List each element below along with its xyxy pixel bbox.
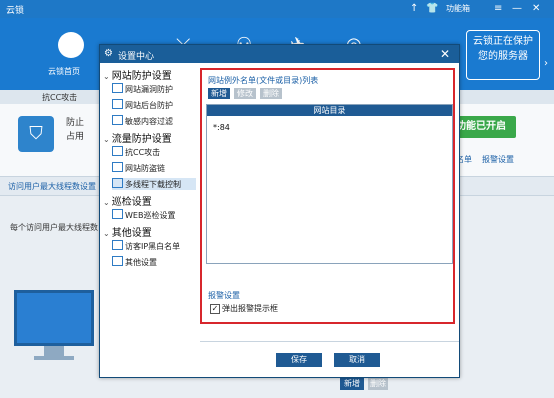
home-label[interactable]: 云锁首页 (48, 66, 80, 77)
app-titlebar: 云锁 ↑ 👕 功能箱 ≡ — ✕ (0, 0, 554, 18)
alarm-settings-title: 报警设置 (208, 291, 240, 300)
tree-item-multithread-download[interactable]: 多线程下载控制 (112, 178, 196, 190)
column-header-directory: 网站目录 (207, 105, 452, 116)
close-icon[interactable]: ✕ (532, 3, 540, 14)
popup-alarm-label: 弹出报警提示框 (222, 304, 278, 313)
minimize-icon[interactable]: — (512, 3, 522, 14)
monitor-base (34, 356, 74, 360)
bottom-add-button[interactable]: 新增 (340, 378, 364, 390)
tree-group-label: 其他设置 (111, 228, 152, 239)
feature-box-button[interactable]: 功能箱 (446, 3, 470, 14)
tree-item-web-inspection[interactable]: WEB巡检设置 (112, 209, 175, 221)
dialog-titlebar: ⚙ 设置中心 ✕ (100, 45, 459, 63)
settings-dialog: ⚙ 设置中心 ✕ ⌄ 网站防护设置 网站漏洞防护 网站后台防护 敏感内容过滤 ⌄ 流… (99, 44, 460, 378)
exception-list-title: 网站例外名单(文件或目录)列表 (208, 76, 319, 85)
exception-list-panel: 网站例外名单(文件或目录)列表 新增 修改 删除 网站目录 *:84 报警设置 … (200, 68, 455, 324)
item-icon (112, 209, 123, 219)
max-threads-label: 每个访问用户最大线程数 (10, 223, 98, 232)
tree-group-label: 网站防护设置 (111, 71, 172, 82)
banner-text: 防止 占用 (66, 116, 84, 144)
pin-icon[interactable]: ↑ (410, 3, 418, 14)
chevron-down-icon: ⌄ (103, 135, 110, 144)
tree-item-anti-cc[interactable]: 抗CC攻击 (112, 146, 160, 158)
save-button[interactable]: 保存 (276, 353, 322, 367)
banner-line2: 占用 (66, 132, 85, 142)
item-icon (112, 240, 123, 250)
tree-item-label: 网站漏洞防护 (125, 85, 173, 94)
tree-item-backend-protection[interactable]: 网站后台防护 (112, 99, 173, 111)
promo-line2: 您的服务器 (478, 51, 528, 62)
app-title: 云锁 (6, 6, 25, 16)
alarm-settings-link[interactable]: 报警设置 (482, 154, 514, 165)
cancel-button[interactable]: 取消 (334, 353, 380, 367)
chevron-down-icon: ⌄ (103, 72, 110, 81)
menu-icon[interactable]: ≡ (494, 3, 502, 14)
monitor-stand (44, 346, 64, 356)
lock-logo-icon[interactable] (58, 32, 84, 58)
item-icon (112, 178, 123, 188)
dialog-close-icon[interactable]: ✕ (440, 47, 450, 61)
table-row[interactable]: *:84 (213, 123, 230, 132)
tree-group-label: 流量防护设置 (111, 134, 172, 145)
item-icon (112, 162, 123, 172)
promo-line1: 云锁正在保护 (473, 36, 533, 47)
item-icon (112, 115, 123, 125)
chevron-right-icon[interactable]: › (544, 58, 548, 69)
edit-button[interactable]: 修改 (234, 88, 256, 99)
tree-group-other[interactable]: ⌄ 其他设置 (103, 224, 152, 239)
tree-item-vuln-protection[interactable]: 网站漏洞防护 (112, 83, 173, 95)
section-title: 访问用户最大线程数设置 (8, 182, 96, 191)
delete-button[interactable]: 删除 (260, 88, 282, 99)
tree-group-label: 巡检设置 (111, 197, 152, 208)
settings-logo-icon: ⚙ (104, 48, 113, 59)
tree-item-label: 敏感内容过滤 (125, 117, 173, 126)
tree-item-label: 访客IP黑白名单 (125, 242, 181, 251)
tree-item-ip-list[interactable]: 访客IP黑白名单 (112, 240, 180, 252)
chevron-down-icon: ⌄ (103, 229, 110, 238)
protection-promo: 云锁正在保护 您的服务器 (466, 30, 540, 80)
directory-table: 网站目录 *:84 (206, 104, 453, 264)
settings-tree: ⌄ 网站防护设置 网站漏洞防护 网站后台防护 敏感内容过滤 ⌄ 流量防护设置 抗CC… (100, 63, 198, 377)
tab-anti-cc[interactable]: 抗CC攻击 (42, 92, 77, 103)
item-icon (112, 146, 123, 156)
tree-item-hotlink[interactable]: 网站防盗链 (112, 162, 165, 174)
tree-item-other-settings[interactable]: 其他设置 (112, 256, 157, 268)
popup-alarm-checkbox[interactable]: ✓ (210, 304, 220, 314)
chevron-down-icon: ⌄ (103, 198, 110, 207)
tree-group-traffic-protection[interactable]: ⌄ 流量防护设置 (103, 130, 172, 145)
footer-divider (200, 341, 459, 342)
monitor-illustration-icon (14, 290, 94, 346)
tree-group-inspection[interactable]: ⌄ 巡检设置 (103, 193, 152, 208)
tree-item-label: 多线程下载控制 (125, 180, 181, 189)
new-button[interactable]: 新增 (208, 88, 230, 99)
item-icon (112, 256, 123, 266)
tree-item-label: 抗CC攻击 (125, 148, 161, 157)
item-icon (112, 99, 123, 109)
shield-icon: ⛉ (18, 116, 54, 152)
banner-line1: 防止 (66, 118, 85, 128)
tree-item-label: WEB巡检设置 (125, 211, 176, 220)
tree-item-content-filter[interactable]: 敏感内容过滤 (112, 115, 173, 127)
tree-item-label: 网站后台防护 (125, 101, 173, 110)
tree-item-label: 网站防盗链 (125, 164, 165, 173)
item-icon (112, 83, 123, 93)
tree-item-label: 其他设置 (125, 258, 157, 267)
tree-group-website-protection[interactable]: ⌄ 网站防护设置 (103, 67, 172, 82)
shirt-icon[interactable]: 👕 (426, 3, 438, 14)
bottom-delete-button[interactable]: 删除 (368, 378, 388, 390)
dialog-title: 设置中心 (118, 52, 155, 62)
settings-content: 网站例外名单(文件或目录)列表 新增 修改 删除 网站目录 *:84 报警设置 … (200, 63, 459, 377)
